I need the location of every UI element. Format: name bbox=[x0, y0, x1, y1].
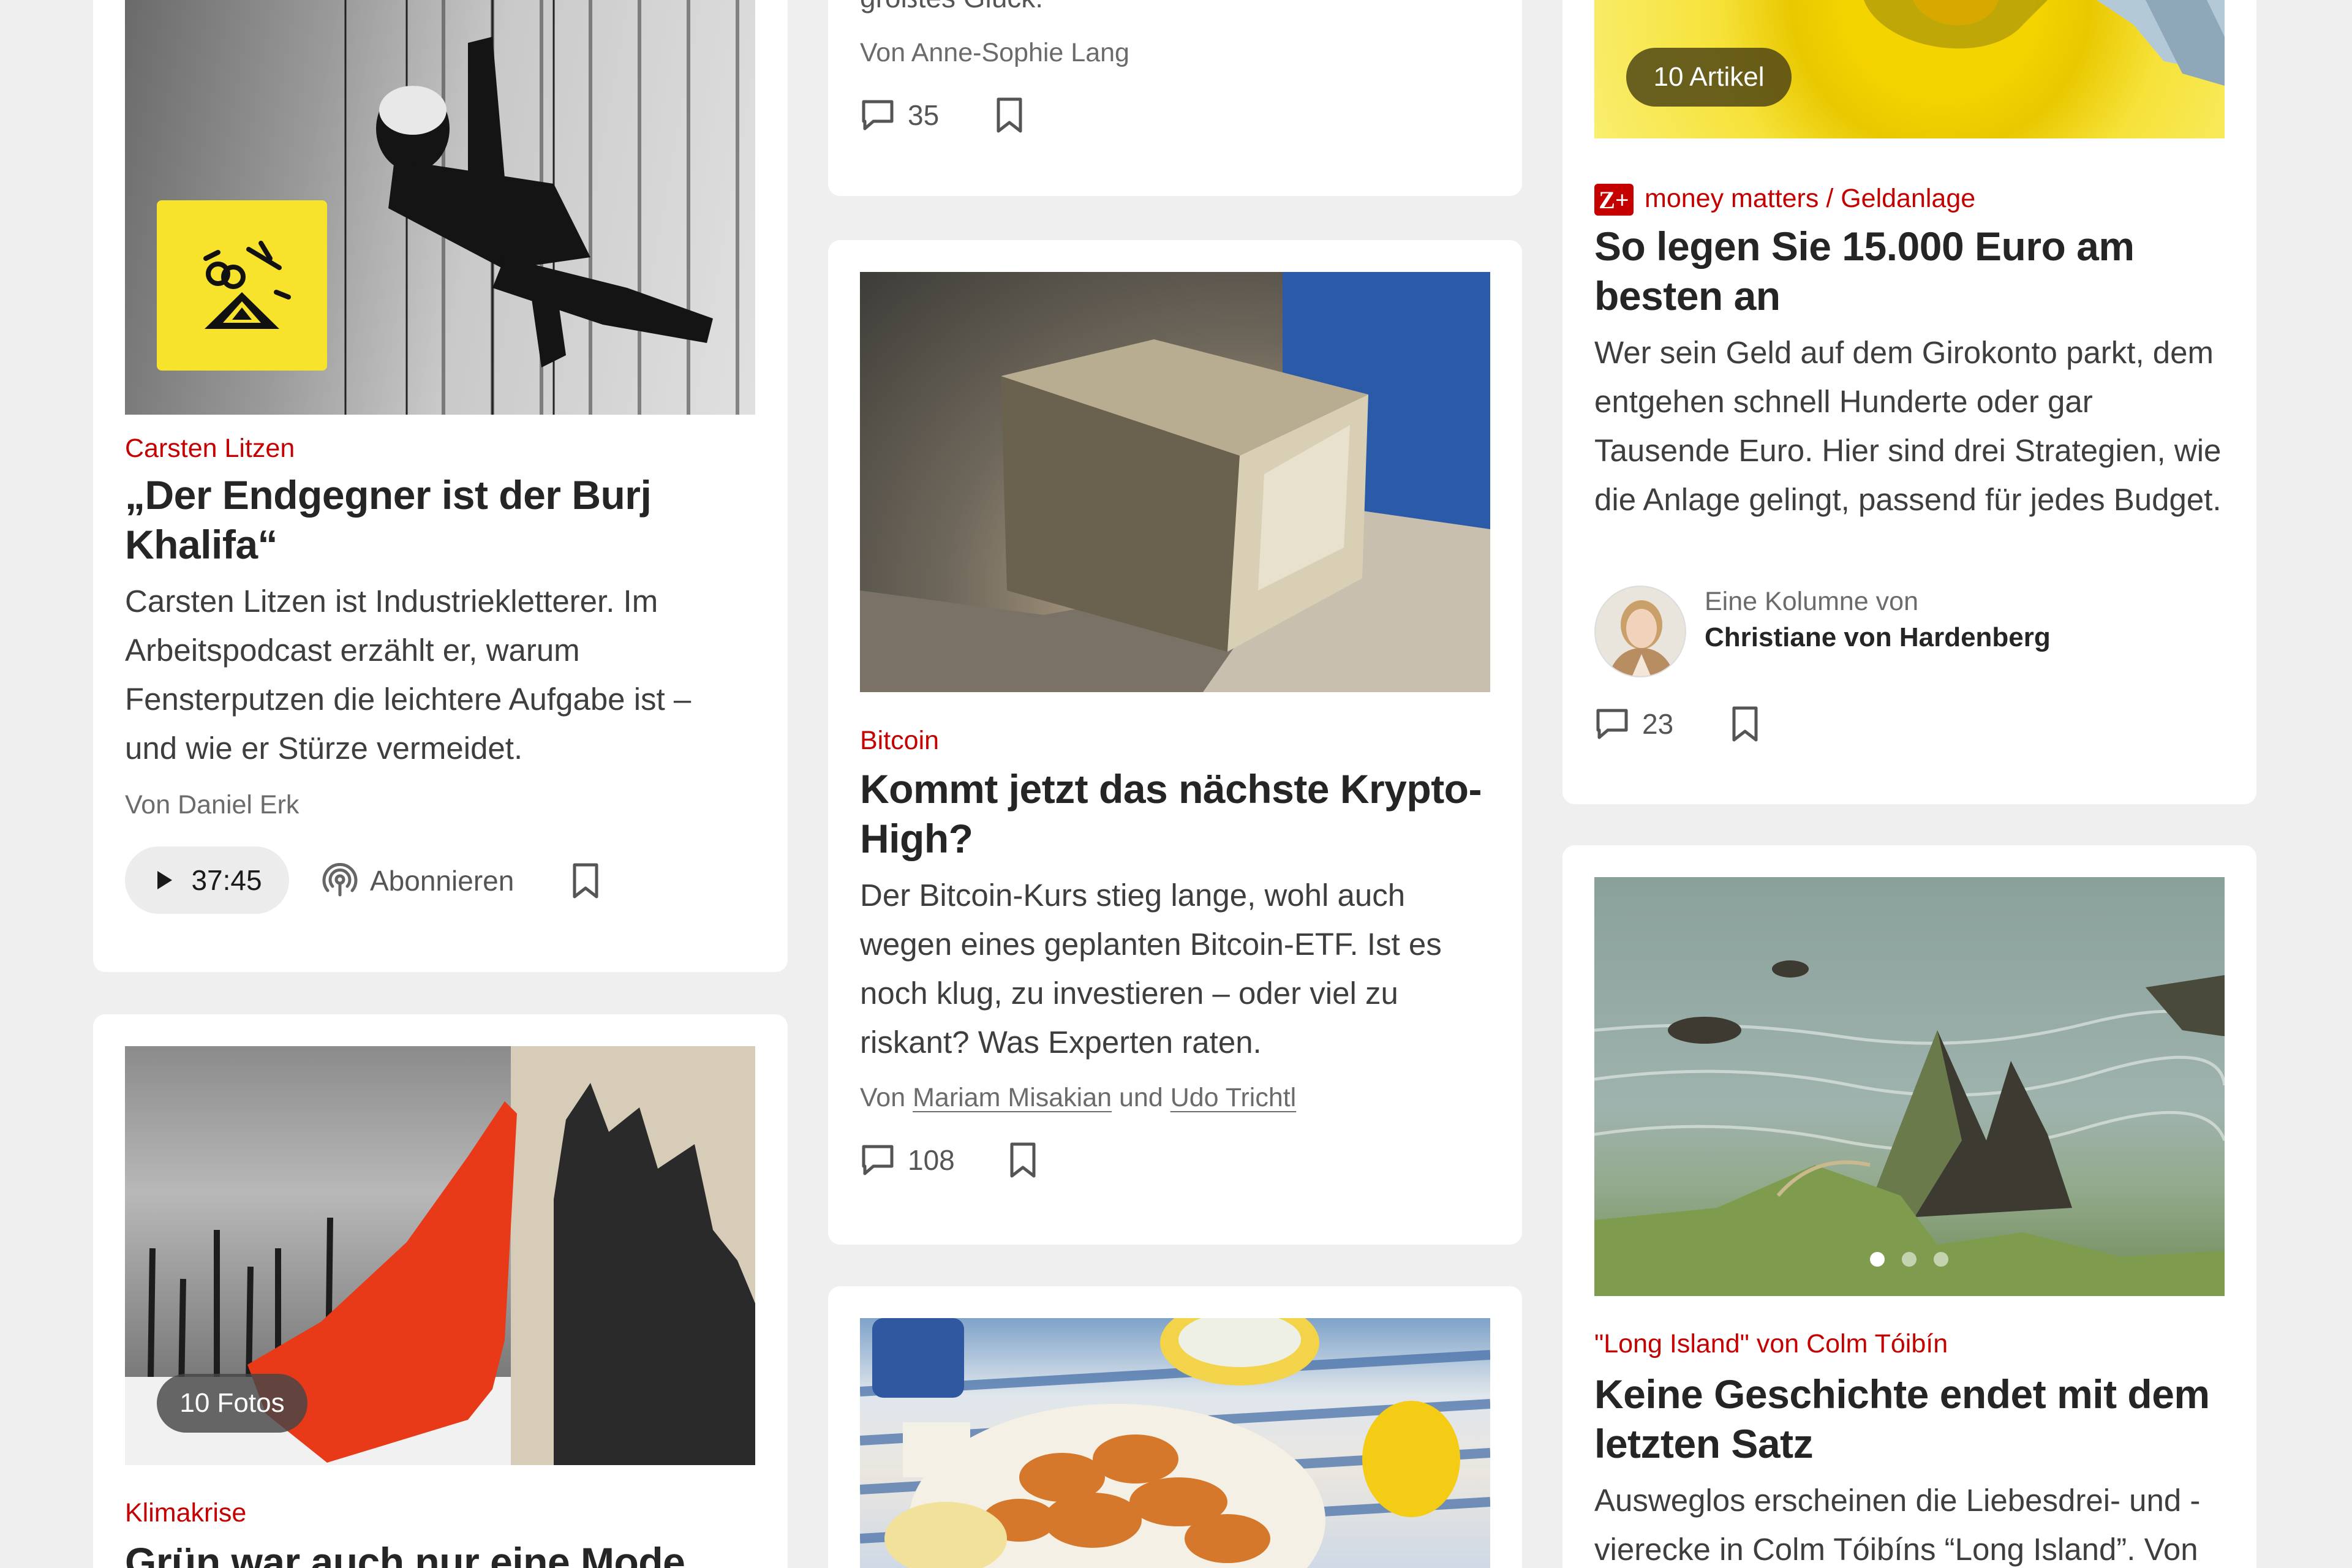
podcast-icon bbox=[322, 863, 358, 897]
article-kicker: money matters / Geldanlage bbox=[1645, 184, 1976, 213]
article-teaser: Carsten Litzen ist Industriekletterer. I… bbox=[125, 584, 692, 766]
article-image-climber[interactable] bbox=[125, 0, 755, 415]
article-headline[interactable]: Keine Geschichte endet mit dem letzten S… bbox=[1594, 1370, 2219, 1469]
article-count-badge: 10 Artikel bbox=[1626, 48, 1792, 107]
article-teaser: Ausweglos erscheinen die Liebesdrei- und… bbox=[1594, 1483, 2201, 1567]
carousel-dot[interactable] bbox=[1902, 1252, 1917, 1267]
comments-link[interactable]: 23 bbox=[1594, 707, 1673, 741]
bookmark-button[interactable] bbox=[992, 97, 1027, 134]
avatar bbox=[1608, 600, 1675, 676]
article-byline: Von Mariam Misakian und Udo Trichtl bbox=[860, 1083, 1296, 1113]
author-link[interactable]: Mariam Misakian bbox=[913, 1083, 1112, 1112]
play-button[interactable]: 37:45 bbox=[125, 846, 289, 914]
bookmark-button[interactable] bbox=[568, 862, 603, 899]
article-image-money[interactable]: 10 Artikel bbox=[1594, 0, 2225, 138]
zplus-label: Z+ bbox=[1599, 186, 1629, 214]
bookmark-icon bbox=[573, 863, 598, 899]
article-kicker: Klimakrise bbox=[125, 1498, 247, 1528]
carousel-indicator[interactable] bbox=[1870, 1252, 1948, 1267]
article-headline[interactable]: „Der Endgegner ist der Burj Khalifa“ bbox=[125, 470, 744, 570]
article-card-food[interactable] bbox=[828, 1286, 1522, 1568]
article-image-food[interactable] bbox=[860, 1318, 1490, 1568]
comments-link[interactable]: 35 bbox=[860, 98, 939, 132]
article-count-label: 10 Artikel bbox=[1653, 62, 1765, 92]
author-link[interactable]: Udo Trichtl bbox=[1170, 1083, 1297, 1112]
subscribe-label: Abonnieren bbox=[370, 865, 514, 897]
coast-illustration bbox=[1594, 960, 2225, 1296]
article-image-coast[interactable] bbox=[1594, 877, 2225, 1296]
author-avatar[interactable] bbox=[1594, 586, 1686, 677]
play-icon bbox=[157, 871, 173, 889]
article-kicker: "Long Island" von Colm Tóibín bbox=[1594, 1329, 1948, 1359]
byline-prefix: Von bbox=[860, 1083, 906, 1112]
photo-count-badge: 10 Fotos bbox=[157, 1374, 307, 1433]
article-byline: Von Daniel Erk bbox=[125, 790, 300, 820]
food-illustration bbox=[860, 1318, 1490, 1568]
comments-link[interactable]: 108 bbox=[860, 1143, 955, 1177]
byline-and: und bbox=[1119, 1083, 1163, 1112]
article-card-bitcoin[interactable]: Bitcoin Kommt jetzt das nächste Krypto-H… bbox=[828, 240, 1522, 1245]
article-card-anne-sophie[interactable]: größtes Glück. Von Anne-Sophie Lang 35 bbox=[828, 0, 1522, 196]
article-kicker: Carsten Litzen bbox=[125, 434, 295, 463]
article-kicker: Bitcoin bbox=[860, 726, 940, 755]
comment-count: 23 bbox=[1642, 708, 1674, 740]
podcast-logo-tile bbox=[157, 200, 327, 371]
comment-icon bbox=[862, 100, 894, 130]
bookmark-icon bbox=[1732, 706, 1758, 742]
article-image-climate[interactable]: 10 Fotos bbox=[125, 1046, 755, 1465]
article-headline[interactable]: So legen Sie 15.000 Euro am besten an bbox=[1594, 222, 2213, 321]
bookmark-button[interactable] bbox=[1728, 706, 1762, 742]
article-teaser: Der Bitcoin-Kurs stieg lange, wohl auch … bbox=[860, 878, 1442, 1060]
podcast-duration: 37:45 bbox=[191, 864, 262, 896]
comment-icon bbox=[862, 1145, 894, 1175]
bookmark-icon bbox=[1010, 1142, 1036, 1178]
comment-count: 108 bbox=[908, 1144, 955, 1176]
article-teaser-cut: größtes Glück. bbox=[860, 0, 1043, 16]
podcast-logo-icon bbox=[203, 241, 291, 329]
comment-icon bbox=[1596, 709, 1628, 739]
column-author[interactable]: Christiane von Hardenberg bbox=[1705, 622, 2051, 653]
article-image-bitcoin[interactable] bbox=[860, 272, 1490, 692]
carousel-dot-active[interactable] bbox=[1870, 1252, 1885, 1267]
photo-count-label: 10 Fotos bbox=[179, 1388, 285, 1418]
subscribe-button[interactable]: Abonnieren bbox=[322, 862, 514, 899]
column-label: Eine Kolumne von bbox=[1705, 587, 1918, 616]
article-card-podcast[interactable]: Carsten Litzen „Der Endgegner ist der Bu… bbox=[93, 0, 788, 972]
comment-count: 35 bbox=[908, 99, 940, 131]
article-headline[interactable]: Grün war auch nur eine Mode bbox=[125, 1537, 744, 1568]
bookmark-button[interactable] bbox=[1006, 1142, 1040, 1178]
article-byline: Von Anne-Sophie Lang bbox=[860, 38, 1129, 67]
zplus-badge: Z+ bbox=[1594, 184, 1634, 216]
carousel-dot[interactable] bbox=[1934, 1252, 1948, 1267]
article-headline[interactable]: Kommt jetzt das nächste Krypto-High? bbox=[860, 764, 1485, 864]
article-card-climate[interactable]: 10 Fotos Klimakrise Grün war auch nur ei… bbox=[93, 1014, 788, 1568]
article-teaser: Wer sein Geld auf dem Girokonto parkt, d… bbox=[1594, 335, 2222, 517]
pyrite-cube-illustration bbox=[860, 272, 1490, 692]
bookmark-icon bbox=[997, 97, 1022, 133]
article-card-money[interactable]: 10 Artikel Z+ money matters / Geldanlage… bbox=[1562, 0, 2256, 804]
article-card-long-island[interactable]: "Long Island" von Colm Tóibín Keine Gesc… bbox=[1562, 845, 2256, 1568]
